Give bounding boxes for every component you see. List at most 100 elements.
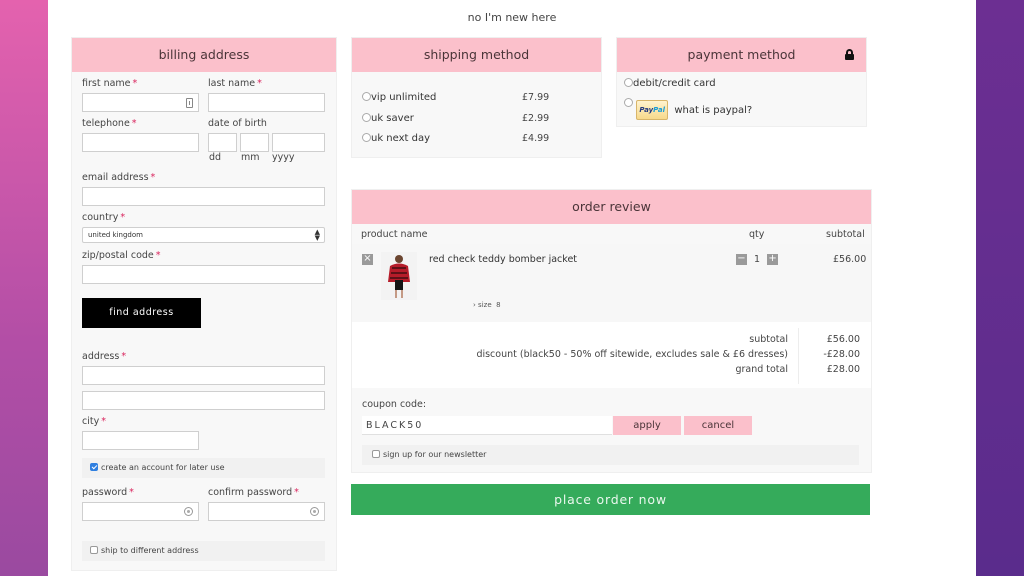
telephone-input[interactable] xyxy=(82,133,199,152)
billing-address-panel: billing address first name * last name * t… xyxy=(71,37,337,571)
order-review-heading: order review xyxy=(352,190,871,224)
quantity-value: 1 xyxy=(754,254,761,265)
find-address-button[interactable]: find address xyxy=(82,298,201,328)
email-input[interactable] xyxy=(82,187,325,206)
address-line2-input[interactable] xyxy=(82,391,325,410)
payment-option-card[interactable]: debit/credit card xyxy=(624,78,716,89)
column-product-name: product name xyxy=(361,229,428,240)
zip-label: zip/postal code * xyxy=(82,250,161,261)
lock-icon xyxy=(845,49,854,60)
dob-year-hint: yyyy xyxy=(272,152,295,163)
payment-method-title: payment method xyxy=(687,47,796,62)
billing-address-heading: billing address xyxy=(72,38,336,72)
dob-month-hint: mm xyxy=(241,152,260,163)
totals-subtotal-value: £56.00 xyxy=(826,334,860,345)
confirm-password-key-icon[interactable] xyxy=(310,507,319,516)
first-name-input[interactable] xyxy=(82,93,199,112)
apply-coupon-button[interactable]: apply xyxy=(613,416,681,435)
ship-different-row[interactable]: ship to different address xyxy=(82,541,325,561)
column-subtotal: subtotal xyxy=(826,229,865,240)
payment-method-heading: payment method xyxy=(617,38,866,72)
ship-different-checkbox[interactable] xyxy=(90,546,98,554)
shipping-option-uk-saver[interactable]: uk saver xyxy=(362,113,414,124)
password-input[interactable] xyxy=(82,502,199,521)
shipping-price: £2.99 xyxy=(522,113,550,124)
order-review-panel: order review product name qty subtotal ×… xyxy=(351,189,872,473)
payment-radio[interactable] xyxy=(624,98,633,107)
remove-item-icon[interactable]: × xyxy=(362,254,373,265)
dob-day-input[interactable] xyxy=(208,133,237,152)
dob-day-hint: dd xyxy=(209,152,222,163)
telephone-label: telephone * xyxy=(82,118,137,129)
city-input[interactable] xyxy=(82,431,199,450)
confirm-password-label: confirm password * xyxy=(208,487,299,498)
shipping-option-label: uk saver xyxy=(371,113,414,124)
shipping-option-vip[interactable]: vip unlimited xyxy=(362,92,436,103)
contact-card-icon[interactable] xyxy=(186,98,193,108)
product-size: › size 8 xyxy=(473,301,501,309)
shipping-radio[interactable] xyxy=(362,92,371,101)
coupon-label: coupon code: xyxy=(362,399,427,410)
create-account-label: create an account for later use xyxy=(101,463,225,472)
newsletter-checkbox[interactable] xyxy=(372,450,380,458)
ship-different-label: ship to different address xyxy=(101,546,199,555)
new-customer-link[interactable]: no I'm new here xyxy=(48,11,976,24)
shipping-price: £7.99 xyxy=(522,92,550,103)
what-is-paypal-link[interactable]: what is paypal? xyxy=(674,105,752,116)
cancel-coupon-button[interactable]: cancel xyxy=(684,416,752,435)
city-label: city * xyxy=(82,416,106,427)
payment-option-label: debit/credit card xyxy=(633,78,716,89)
create-account-checkbox[interactable] xyxy=(90,463,98,471)
newsletter-label: sign up for our newsletter xyxy=(383,450,487,459)
checkout-page: no I'm new here billing address first na… xyxy=(48,0,976,576)
product-name[interactable]: red check teddy bomber jacket xyxy=(429,254,577,265)
totals-discount-value: -£28.00 xyxy=(823,349,860,360)
email-label: email address * xyxy=(82,172,156,183)
shipping-option-label: uk next day xyxy=(371,133,431,144)
shipping-radio[interactable] xyxy=(362,113,371,122)
background-right xyxy=(976,0,1024,576)
shipping-option-uk-next-day[interactable]: uk next day xyxy=(362,133,430,144)
address-line1-input[interactable] xyxy=(82,366,325,385)
password-key-icon[interactable] xyxy=(184,507,193,516)
zip-input[interactable] xyxy=(82,265,325,284)
increase-qty-icon[interactable]: + xyxy=(767,254,779,265)
item-subtotal: £56.00 xyxy=(833,254,867,265)
last-name-label: last name * xyxy=(208,78,262,89)
quantity-stepper[interactable]: − 1 + xyxy=(736,254,779,265)
country-selected-value: united kingdom xyxy=(88,231,143,239)
payment-option-paypal[interactable]: PayPal what is paypal? xyxy=(624,98,752,120)
shipping-radio[interactable] xyxy=(362,133,371,142)
totals-discount-label: discount (black50 - 50% off sitewide, ex… xyxy=(476,349,788,360)
last-name-input[interactable] xyxy=(208,93,325,112)
dob-year-input[interactable] xyxy=(272,133,325,152)
coupon-input[interactable]: BLACK50 xyxy=(362,416,612,435)
date-of-birth-label: date of birth xyxy=(208,118,267,129)
confirm-password-input[interactable] xyxy=(208,502,325,521)
country-label: country * xyxy=(82,212,126,223)
place-order-button[interactable]: place order now xyxy=(351,484,870,515)
country-select[interactable]: united kingdom ▲ ▼ xyxy=(82,227,325,243)
password-label: password * xyxy=(82,487,134,498)
shipping-method-heading: shipping method xyxy=(352,38,601,72)
create-account-row[interactable]: create an account for later use xyxy=(82,458,325,478)
first-name-label: first name * xyxy=(82,78,138,89)
newsletter-row[interactable]: sign up for our newsletter xyxy=(362,445,859,465)
shipping-option-label: vip unlimited xyxy=(371,92,437,103)
order-item-row: × red check teddy bomber jacket › size 8… xyxy=(352,244,871,322)
totals-grand-total-label: grand total xyxy=(735,364,788,375)
payment-method-panel: payment method debit/credit card PayPal … xyxy=(616,37,867,127)
shipping-method-panel: shipping method vip unlimited £7.99 uk s… xyxy=(351,37,602,158)
column-qty: qty xyxy=(749,229,765,240)
product-image[interactable] xyxy=(381,252,417,300)
dob-month-input[interactable] xyxy=(240,133,269,152)
decrease-qty-icon[interactable]: − xyxy=(736,254,747,265)
shipping-price: £4.99 xyxy=(522,133,550,144)
totals-divider xyxy=(798,328,799,384)
jacket-thumbnail xyxy=(381,252,417,300)
address-label: address * xyxy=(82,351,127,362)
payment-radio[interactable] xyxy=(624,78,633,87)
totals-subtotal-label: subtotal xyxy=(749,334,788,345)
order-totals: subtotal £56.00 discount (black50 - 50% … xyxy=(352,322,871,388)
select-arrows-icon: ▲ ▼ xyxy=(314,228,320,242)
